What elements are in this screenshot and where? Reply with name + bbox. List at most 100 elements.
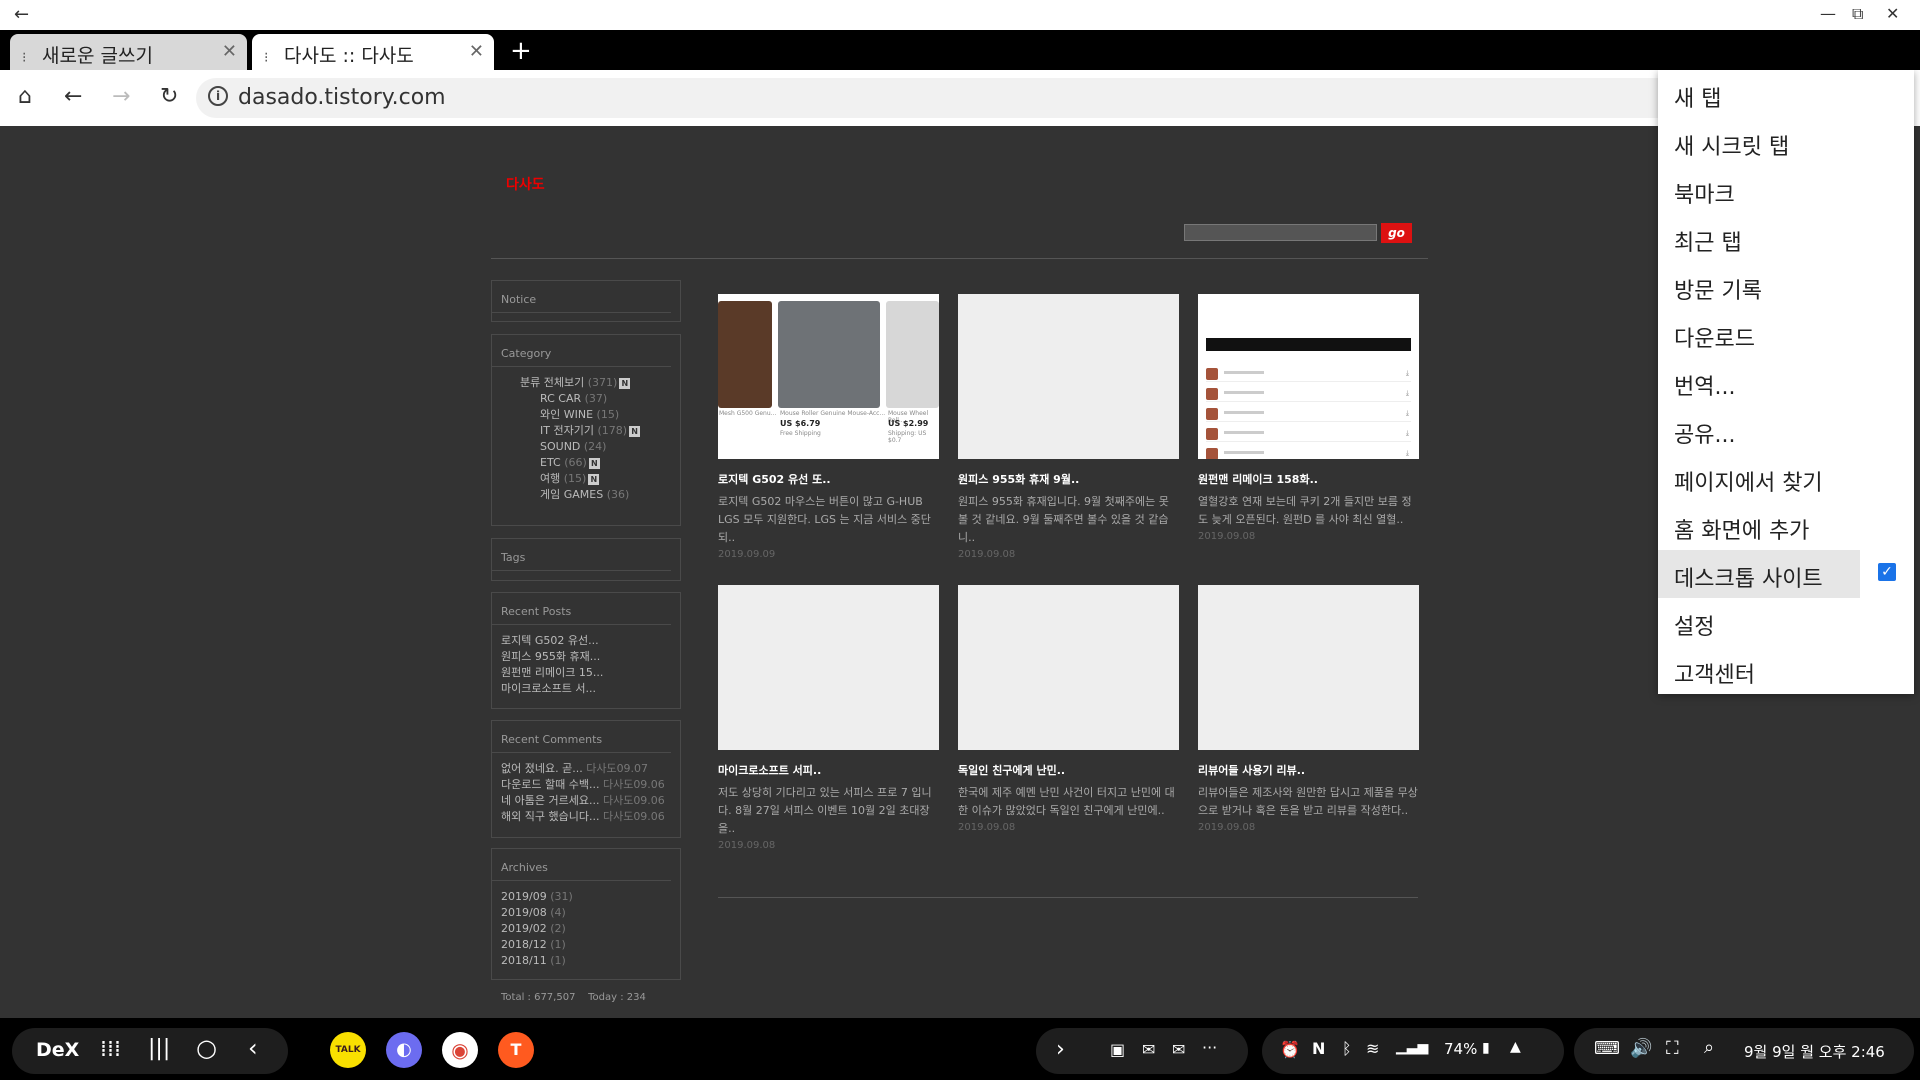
samsung-internet-app-icon[interactable]: ◐	[386, 1032, 422, 1068]
menu-item-add-to-home[interactable]: 홈 화면에 추가	[1658, 502, 1914, 550]
home-button-icon[interactable]: ○	[196, 1034, 217, 1062]
post-thumbnail[interactable]: Mesh G500 Genu... Mouse Roller Genuine M…	[718, 294, 939, 459]
menu-item-help[interactable]: 고객센터	[1658, 646, 1914, 694]
reload-icon[interactable]: ↻	[160, 84, 178, 109]
category-item[interactable]: 와인 WINE (15)	[501, 407, 671, 423]
category-name: IT 전자기기	[540, 424, 594, 437]
search-icon[interactable]: ⌕	[1704, 1037, 1714, 1058]
recent-comment[interactable]: 다운로드 할때 수백... 다사도09.06	[501, 777, 671, 793]
search-go-button[interactable]: go	[1381, 223, 1412, 243]
archive-link[interactable]: 2019/02 (2)	[501, 921, 671, 937]
menu-item-share[interactable]: 공유...	[1658, 406, 1914, 454]
tab-close-icon[interactable]: ✕	[469, 41, 484, 62]
screen-capture-icon[interactable]: ⛶	[1666, 1038, 1679, 1059]
recent-comment[interactable]: 없어 졌네요. 곧... 다사도09.07	[501, 761, 671, 777]
menu-item-recent-tabs[interactable]: 최근 탭	[1658, 214, 1914, 262]
chrome-app-icon[interactable]: ◉	[442, 1032, 478, 1068]
post-title[interactable]: 원펀맨 리메이크 158화..	[1198, 471, 1419, 487]
url-text[interactable]: dasado.tistory.com	[238, 85, 446, 110]
post-title[interactable]: 마이크로소프트 서피..	[718, 762, 939, 778]
back-icon[interactable]: ←	[64, 84, 82, 109]
back-button-icon[interactable]: ‹	[248, 1034, 258, 1062]
quick-settings-icon[interactable]: ▲	[1510, 1039, 1521, 1055]
category-item[interactable]: 여행 (15) N	[501, 471, 671, 487]
post-thumbnail[interactable]: ⤓ ⤓ ⤓ ⤓ ⤓	[1198, 294, 1419, 459]
post-card[interactable]: ⤓ ⤓ ⤓ ⤓ ⤓ 원펀맨 리메이크 158화.. 열혈강호 연재 보는데 쿠키…	[1198, 294, 1419, 542]
post-thumbnail[interactable]	[1198, 585, 1419, 750]
minimize-icon[interactable]: —	[1820, 4, 1836, 23]
post-card[interactable]: 원피스 955화 휴재 9월.. 원피스 955화 휴재입니다. 9월 첫째주에…	[958, 294, 1179, 560]
recent-post-link[interactable]: 마이크로소프트 서...	[501, 681, 671, 697]
archives-title: Archives	[492, 849, 671, 881]
recent-comment[interactable]: 해외 직구 했습니다... 다사도09.06	[501, 809, 671, 825]
category-count: (37)	[584, 392, 608, 405]
close-window-icon[interactable]: ✕	[1886, 4, 1899, 23]
system-pill: ⌨ 🔊 ⛶ ⌕ 9월 9일 월 오후 2:46	[1574, 1028, 1914, 1074]
volume-icon[interactable]: 🔊	[1630, 1038, 1652, 1059]
recent-post-link[interactable]: 원피스 955화 휴재...	[501, 649, 671, 665]
post-title[interactable]: 독일인 친구에게 난민..	[958, 762, 1179, 778]
clock-datetime[interactable]: 9월 9일 월 오후 2:46	[1744, 1041, 1885, 1062]
recent-post-link[interactable]: 원펀맨 리메이크 15...	[501, 665, 671, 681]
post-thumbnail[interactable]	[718, 585, 939, 750]
menu-item-new-tab[interactable]: 새 탭	[1658, 70, 1914, 118]
app-grid-icon[interactable]: ⁞⁞⁞	[100, 1037, 121, 1062]
menu-item-history[interactable]: 방문 기록	[1658, 262, 1914, 310]
category-item[interactable]: SOUND (24)	[501, 439, 671, 455]
kakaotalk-app-icon[interactable]: TALK	[330, 1032, 366, 1068]
recent-comment[interactable]: 네 아톰은 거르세요... 다사도09.06	[501, 793, 671, 809]
menu-item-translate[interactable]: 번역...	[1658, 358, 1914, 406]
more-icon[interactable]: ···	[1202, 1038, 1217, 1057]
category-item[interactable]: 게임 GAMES (36)	[501, 487, 671, 503]
menu-item-find-in-page[interactable]: 페이지에서 찾기	[1658, 454, 1914, 502]
desktop-site-checkbox[interactable]: ✓	[1878, 563, 1896, 581]
post-date: 2019.09.08	[958, 822, 1016, 833]
recent-post-link[interactable]: 로지텍 G502 유선...	[501, 633, 671, 649]
post-card[interactable]: Mesh G500 Genu... Mouse Roller Genuine M…	[718, 294, 939, 560]
archive-link[interactable]: 2019/09 (31)	[501, 889, 671, 905]
post-title[interactable]: 리뷰어들 사용기 리뷰..	[1198, 762, 1419, 778]
post-thumbnail[interactable]	[958, 294, 1179, 459]
archive-link[interactable]: 2018/11 (1)	[501, 953, 671, 969]
tab-new-post[interactable]: ⁝ 새로운 글쓰기 ✕	[10, 34, 247, 70]
post-title[interactable]: 로지텍 G502 유선 또..	[718, 471, 939, 487]
post-card[interactable]: 독일인 친구에게 난민.. 한국에 제주 예멘 난민 사건이 터지고 난민에 대…	[958, 585, 1179, 833]
post-card[interactable]: 리뷰어들 사용기 리뷰.. 리뷰어들은 제조사와 원만한 답시고 제품을 무상으…	[1198, 585, 1419, 833]
menu-item-desktop-site[interactable]: 데스크톱 사이트	[1658, 550, 1860, 598]
mail-icon[interactable]: ✉	[1172, 1040, 1185, 1059]
category-item[interactable]: ETC (66) N	[501, 455, 671, 471]
search-input[interactable]	[1184, 224, 1377, 241]
post-excerpt: 열혈강호 연재 보는데 쿠키 2개 들지만 보름 정도 늦게 오픈된다. 원펀D…	[1198, 495, 1412, 526]
forward-icon[interactable]: →	[112, 84, 130, 109]
home-icon[interactable]: ⌂	[18, 84, 32, 109]
recent-apps-icon[interactable]: |||	[148, 1036, 170, 1061]
web-page: 다사도 go Notice Category 분류 전체보기 (371) N RC …	[0, 126, 1920, 1018]
address-bar[interactable]: i dasado.tistory.com	[196, 78, 1906, 118]
new-tab-button[interactable]: +	[510, 36, 532, 66]
dex-button[interactable]: DeX	[36, 1039, 79, 1061]
category-item[interactable]: IT 전자기기 (178) N	[501, 423, 671, 439]
window-back-icon[interactable]: ←	[14, 4, 29, 25]
expand-notifications-icon[interactable]: ›	[1056, 1037, 1065, 1062]
site-title[interactable]: 다사도	[506, 174, 545, 194]
post-excerpt: 원피스 955화 휴재입니다. 9월 첫째주에는 못 볼 것 같네요. 9월 둘…	[958, 495, 1169, 544]
keyboard-icon[interactable]: ⌨	[1594, 1038, 1620, 1059]
restore-icon[interactable]: ⧉	[1852, 4, 1863, 24]
post-thumbnail[interactable]	[958, 585, 1179, 750]
mail-icon[interactable]: ✉	[1142, 1040, 1155, 1059]
menu-item-bookmarks[interactable]: 북마크	[1658, 166, 1914, 214]
gallery-icon[interactable]: ▣	[1110, 1040, 1125, 1059]
tistory-app-icon[interactable]: T	[498, 1032, 534, 1068]
site-info-icon[interactable]: i	[208, 86, 228, 106]
tab-close-icon[interactable]: ✕	[222, 41, 237, 62]
menu-item-downloads[interactable]: 다운로드	[1658, 310, 1914, 358]
category-item[interactable]: RC CAR (37)	[501, 391, 671, 407]
post-title[interactable]: 원피스 955화 휴재 9월..	[958, 471, 1179, 487]
category-item[interactable]: 분류 전체보기 (371) N	[501, 375, 671, 391]
archive-link[interactable]: 2018/12 (1)	[501, 937, 671, 953]
post-card[interactable]: 마이크로소프트 서피.. 저도 상당히 기다리고 있는 서피스 프로 7 입니다…	[718, 585, 939, 851]
archive-link[interactable]: 2019/08 (4)	[501, 905, 671, 921]
menu-item-settings[interactable]: 설정	[1658, 598, 1914, 646]
tab-dasado[interactable]: ⁝ 다사도 :: 다사도 ✕	[252, 34, 494, 70]
menu-item-new-secret-tab[interactable]: 새 시크릿 탭	[1658, 118, 1914, 166]
